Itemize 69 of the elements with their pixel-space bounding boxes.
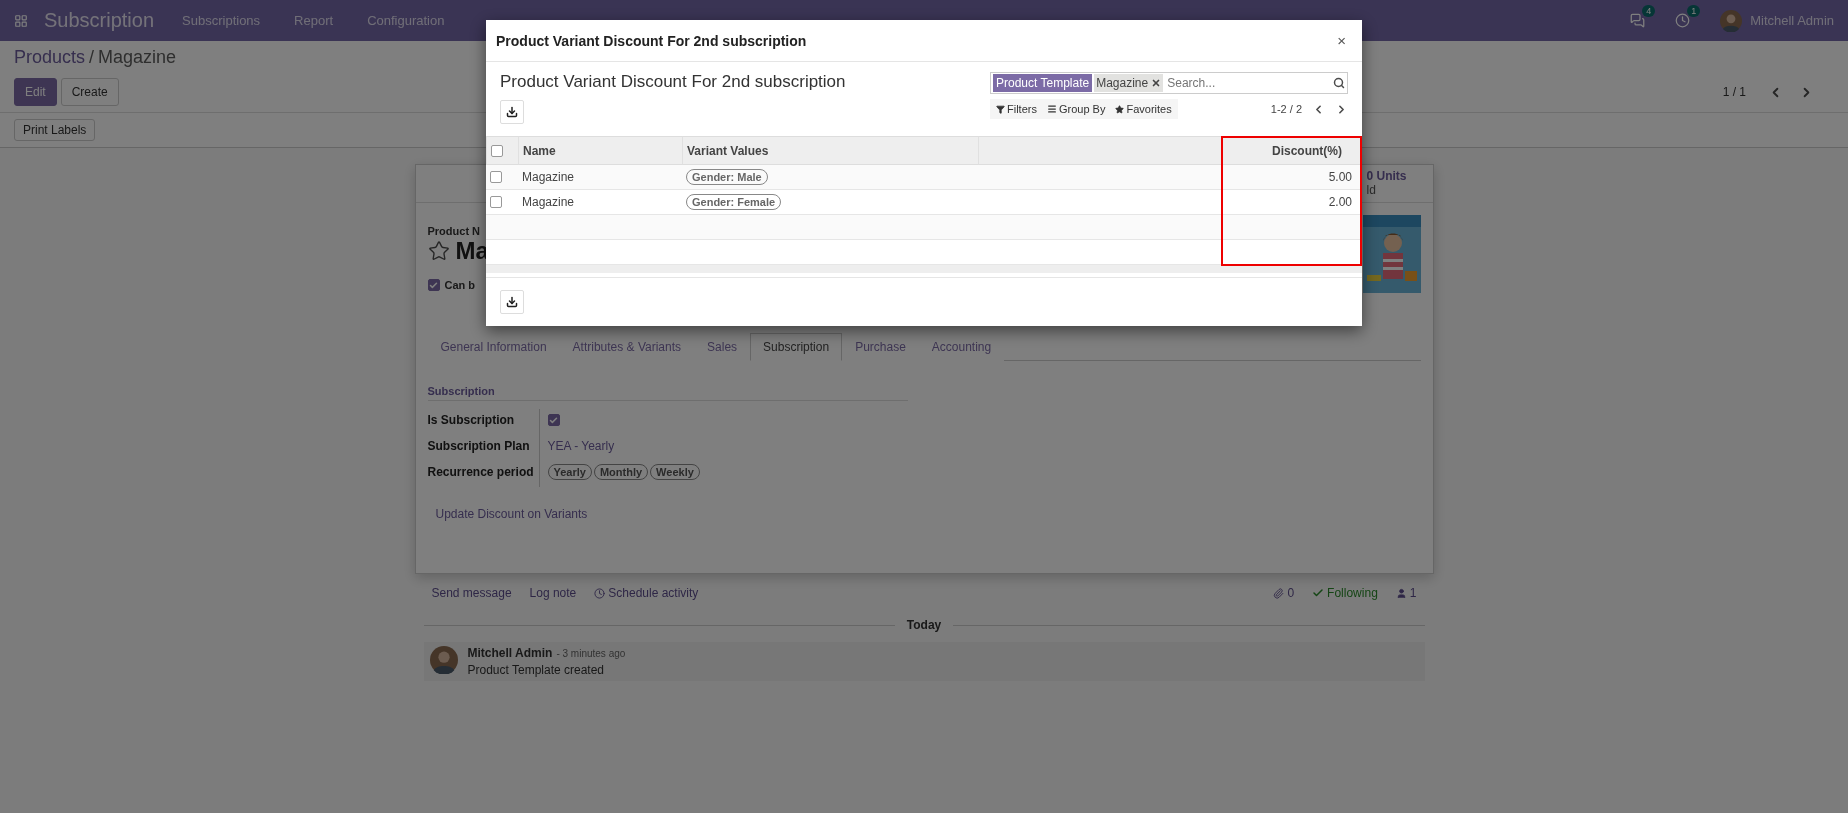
update-discount-link[interactable]: Update Discount on Variants: [435, 507, 588, 521]
date-separator: Today: [906, 618, 942, 632]
attachments-count[interactable]: 0: [1273, 586, 1295, 600]
search-field[interactable]: Product Template Magazine Search...: [990, 72, 1348, 94]
table-cell: Magazine: [518, 165, 682, 190]
star-icon[interactable]: [427, 240, 450, 262]
download-button[interactable]: [500, 100, 524, 124]
column-header[interactable]: Name: [518, 136, 682, 165]
message-author: Mitchell Admin: [467, 646, 553, 660]
message-time: - 3 minutes ago: [556, 648, 626, 659]
breadcrumb-current: Magazine: [98, 47, 177, 68]
chatter-action[interactable]: Send message: [431, 586, 512, 600]
row-checkbox[interactable]: [490, 171, 502, 183]
create-button[interactable]: Create: [60, 78, 119, 106]
pager-count: 1 / 1: [1722, 85, 1746, 99]
stat-button[interactable]: 0 Units ld: [1360, 165, 1433, 202]
search-option-button[interactable]: Group By: [1046, 103, 1106, 115]
chat-icon[interactable]: [1630, 13, 1646, 28]
field-label: Is Subscription: [427, 409, 540, 435]
search-icon[interactable]: [1333, 77, 1345, 89]
app-title: Subscription: [44, 9, 155, 32]
paperclip-icon: [1273, 587, 1285, 599]
checkbox-label: Can b: [444, 279, 476, 291]
star-icon: [1115, 104, 1125, 114]
following-button[interactable]: Following: [1312, 586, 1378, 600]
download-icon: [506, 296, 518, 308]
pager-count: 1-2 / 2: [1270, 103, 1302, 115]
download-icon: [506, 106, 518, 118]
chatter-action[interactable]: Log note: [529, 586, 577, 600]
apps-menu-icon[interactable]: [14, 13, 28, 28]
activity-icon[interactable]: [1675, 13, 1691, 28]
avatar-icon: [429, 646, 458, 674]
field-label: Recurrence period: [427, 461, 540, 487]
row-checkbox[interactable]: [490, 196, 502, 208]
table-cell: 5.00: [978, 165, 1362, 190]
search-option-button[interactable]: Favorites: [1115, 103, 1172, 115]
facet-label: Product Template: [993, 74, 1093, 92]
remove-icon[interactable]: [1151, 78, 1162, 88]
column-header[interactable]: Variant Values: [682, 136, 978, 165]
field-value[interactable]: YEA - Yearly: [547, 439, 615, 453]
facet-value: Magazine: [1094, 74, 1164, 92]
column-header[interactable]: Discount(%): [978, 136, 1362, 165]
edit-button[interactable]: Edit: [14, 78, 57, 106]
search-option-button[interactable]: Filters: [996, 103, 1037, 115]
count-badge: 1: [1687, 5, 1701, 17]
message-body: Product Template created: [467, 663, 606, 677]
clock-icon: [594, 587, 606, 599]
dialog-title: Product Variant Discount For 2nd subscription: [496, 32, 807, 49]
avatar-icon: [1720, 9, 1743, 32]
count-badge: 4: [1642, 5, 1656, 17]
list-icon: [1046, 104, 1057, 114]
form-tab[interactable]: Subscription: [750, 333, 843, 361]
checkbox[interactable]: [547, 414, 560, 426]
select-all-checkbox[interactable]: [491, 144, 503, 157]
section-title: Subscription: [427, 385, 908, 401]
breadcrumb-separator: /: [89, 47, 95, 68]
close-button[interactable]: ×: [1331, 31, 1352, 50]
check-icon: [1312, 587, 1325, 599]
followers-count[interactable]: 1: [1395, 586, 1417, 600]
print-labels-button[interactable]: Print Labels: [14, 119, 96, 141]
list-title: Product Variant Discount For 2nd subscription: [500, 72, 847, 92]
download-button[interactable]: [500, 290, 524, 314]
user-icon: [1395, 587, 1407, 599]
filter-icon: [996, 104, 1005, 114]
breadcrumb-link[interactable]: Products: [14, 47, 86, 68]
field-label: Subscription Plan: [427, 435, 540, 461]
checkbox[interactable]: [427, 279, 440, 291]
field-label: Product N: [427, 225, 482, 237]
chatter-action[interactable]: Schedule activity: [594, 586, 699, 600]
